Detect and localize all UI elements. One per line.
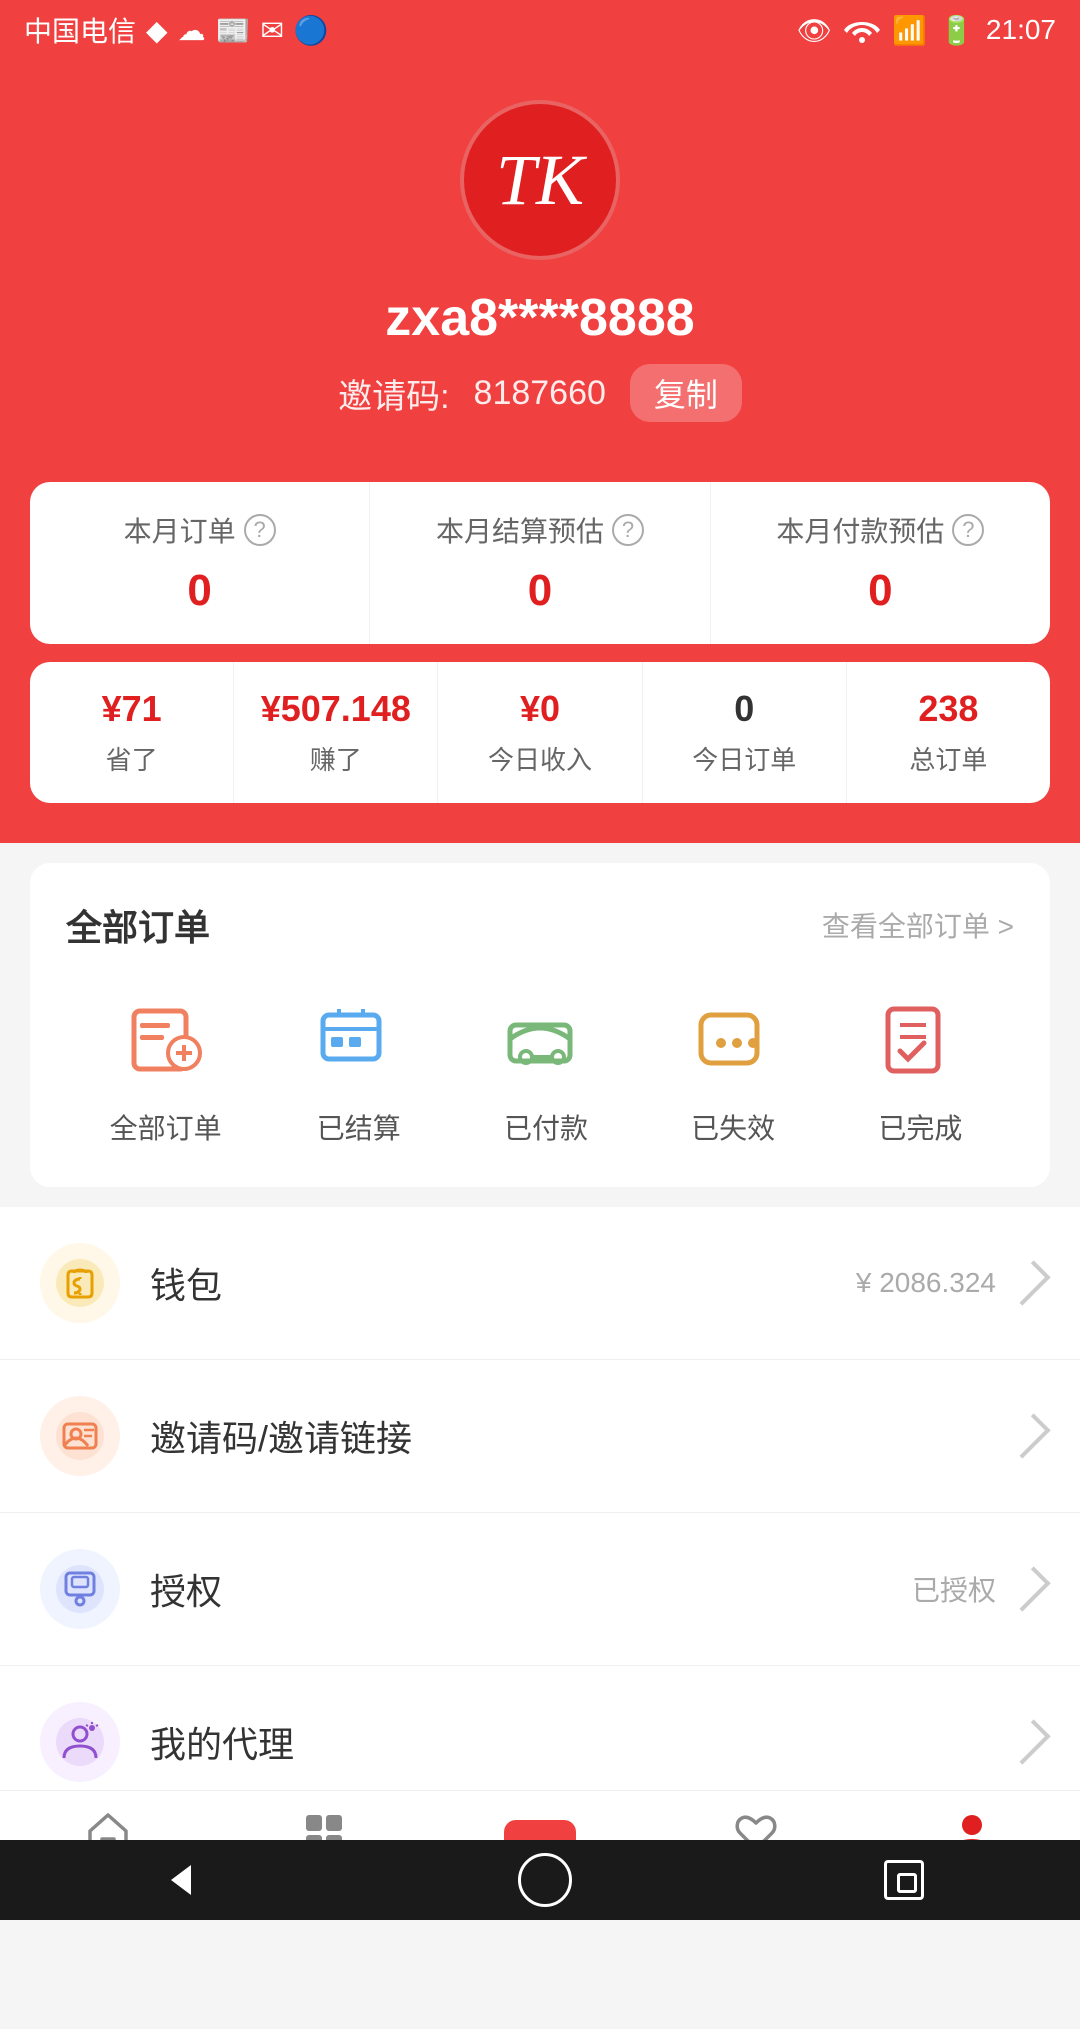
monthly-orders-item: 本月订单 ? 0 bbox=[30, 482, 370, 644]
savings-item-today-orders: 0 今日订单 bbox=[643, 662, 847, 803]
monthly-payment-item: 本月付款预估 ? 0 bbox=[711, 482, 1050, 644]
invite-label: 邀请码: bbox=[338, 369, 449, 418]
back-button[interactable] bbox=[156, 1855, 206, 1905]
invite-menu-item[interactable]: 邀请码/邀请链接 bbox=[0, 1360, 1080, 1513]
settled-icon bbox=[309, 991, 409, 1091]
order-icon-invalid[interactable]: 已失效 bbox=[683, 991, 783, 1147]
wifi-icon bbox=[844, 16, 880, 44]
monthly-settlement-value: 0 bbox=[380, 566, 699, 616]
eye-icon: 👁 bbox=[797, 14, 833, 47]
all-orders-label: 全部订单 bbox=[110, 1107, 222, 1147]
help-icon-2[interactable]: ? bbox=[612, 514, 644, 546]
invite-icon bbox=[54, 1410, 106, 1462]
order-icon-all[interactable]: 全部订单 bbox=[110, 991, 222, 1147]
auth-right: 已授权 bbox=[912, 1569, 1040, 1609]
wallet-arrow bbox=[1005, 1260, 1050, 1305]
system-home-button[interactable] bbox=[518, 1853, 572, 1907]
app-icon-3: 🔵 bbox=[294, 14, 329, 47]
auth-text: 授权 bbox=[150, 1563, 912, 1615]
wallet-menu-item[interactable]: 钱包 ¥ 2086.324 bbox=[0, 1207, 1080, 1360]
profile-header: TK zxa8****8888 邀请码: 8187660 复制 bbox=[0, 60, 1080, 482]
time-text: 21:07 bbox=[986, 14, 1056, 46]
username: zxa8****8888 bbox=[0, 288, 1080, 348]
wallet-right: ¥ 2086.324 bbox=[856, 1263, 1040, 1303]
monthly-settlement-item: 本月结算预估 ? 0 bbox=[370, 482, 710, 644]
app-icon-1: 📰 bbox=[216, 14, 251, 47]
system-nav-bar bbox=[0, 1840, 1080, 1920]
orders-header: 全部订单 查看全部订单 > bbox=[66, 899, 1014, 951]
invite-icon-wrap bbox=[40, 1396, 120, 1476]
auth-menu-item[interactable]: 授权 已授权 bbox=[0, 1513, 1080, 1666]
menu-section: 钱包 ¥ 2086.324 邀请码/邀请链接 bbox=[0, 1207, 1080, 1819]
wallet-icon-wrap bbox=[40, 1243, 120, 1323]
all-orders-icon bbox=[116, 991, 216, 1091]
auth-icon bbox=[54, 1563, 106, 1615]
monthly-orders-value: 0 bbox=[40, 566, 359, 616]
copy-button[interactable]: 复制 bbox=[630, 364, 742, 422]
paid-label: 已付款 bbox=[504, 1107, 588, 1147]
orders-title: 全部订单 bbox=[66, 899, 210, 951]
status-bar: 中国电信 ◆ ☁ 📰 ✉ 🔵 👁 📶 🔋 21:07 bbox=[0, 0, 1080, 60]
weather-icon: ☁ bbox=[178, 14, 206, 47]
invite-code-row: 邀请码: 8187660 复制 bbox=[0, 364, 1080, 422]
savings-item-today-income: ¥0 今日收入 bbox=[438, 662, 642, 803]
invite-right bbox=[1006, 1416, 1040, 1456]
auth-status: 已授权 bbox=[912, 1569, 996, 1609]
status-bar-left: 中国电信 ◆ ☁ 📰 ✉ 🔵 bbox=[24, 10, 329, 50]
invite-arrow bbox=[1005, 1413, 1050, 1458]
invite-text: 邀请码/邀请链接 bbox=[150, 1410, 1006, 1462]
wallet-balance: ¥ 2086.324 bbox=[856, 1267, 996, 1299]
invalid-icon bbox=[683, 991, 783, 1091]
paid-icon bbox=[496, 991, 596, 1091]
status-bar-right: 👁 📶 🔋 21:07 bbox=[797, 14, 1056, 47]
wallet-text: 钱包 bbox=[150, 1257, 856, 1309]
app-icon-2: ✉ bbox=[260, 14, 283, 47]
savings-item-total-orders: 238 总订单 bbox=[847, 662, 1050, 803]
settled-label: 已结算 bbox=[317, 1107, 401, 1147]
wallet-icon bbox=[54, 1257, 106, 1309]
order-icon-settled[interactable]: 已结算 bbox=[309, 991, 409, 1147]
avatar: TK bbox=[460, 100, 620, 260]
order-icons-row: 全部订单 已结算 bbox=[66, 991, 1014, 1147]
agent-right bbox=[1006, 1722, 1040, 1762]
agent-text: 我的代理 bbox=[150, 1716, 1006, 1768]
savings-item-earned: ¥507.148 赚了 bbox=[234, 662, 438, 803]
recents-button[interactable] bbox=[884, 1860, 924, 1900]
order-icon-paid[interactable]: 已付款 bbox=[496, 991, 596, 1147]
completed-icon bbox=[870, 991, 970, 1091]
help-icon-1[interactable]: ? bbox=[244, 514, 276, 546]
monthly-payment-value: 0 bbox=[721, 566, 1040, 616]
agent-icon-wrap bbox=[40, 1702, 120, 1782]
view-all-orders-link[interactable]: 查看全部订单 > bbox=[822, 905, 1014, 945]
battery-icon: 🔋 bbox=[939, 14, 974, 47]
completed-label: 已完成 bbox=[878, 1107, 962, 1147]
auth-arrow bbox=[1005, 1566, 1050, 1611]
stats-area: 本月订单 ? 0 本月结算预估 ? 0 本月付款预估 ? 0 bbox=[0, 482, 1080, 843]
agent-arrow bbox=[1005, 1719, 1050, 1764]
signal-icon: ◆ bbox=[146, 14, 168, 47]
carrier-text: 中国电信 bbox=[24, 10, 136, 50]
order-icon-completed[interactable]: 已完成 bbox=[870, 991, 970, 1147]
savings-card: ¥71 省了 ¥507.148 赚了 ¥0 今日收入 0 今日订单 238 总订… bbox=[30, 662, 1050, 803]
agent-icon bbox=[54, 1716, 106, 1768]
monthly-stats-card: 本月订单 ? 0 本月结算预估 ? 0 本月付款预估 ? 0 bbox=[30, 482, 1050, 644]
invite-code-value: 8187660 bbox=[474, 374, 606, 413]
invalid-label: 已失效 bbox=[691, 1107, 775, 1147]
help-icon-3[interactable]: ? bbox=[952, 514, 984, 546]
savings-item-saved: ¥71 省了 bbox=[30, 662, 234, 803]
auth-icon-wrap bbox=[40, 1549, 120, 1629]
orders-section: 全部订单 查看全部订单 > 全部订单 bbox=[30, 863, 1050, 1187]
signal-bars-icon: 📶 bbox=[892, 14, 927, 47]
